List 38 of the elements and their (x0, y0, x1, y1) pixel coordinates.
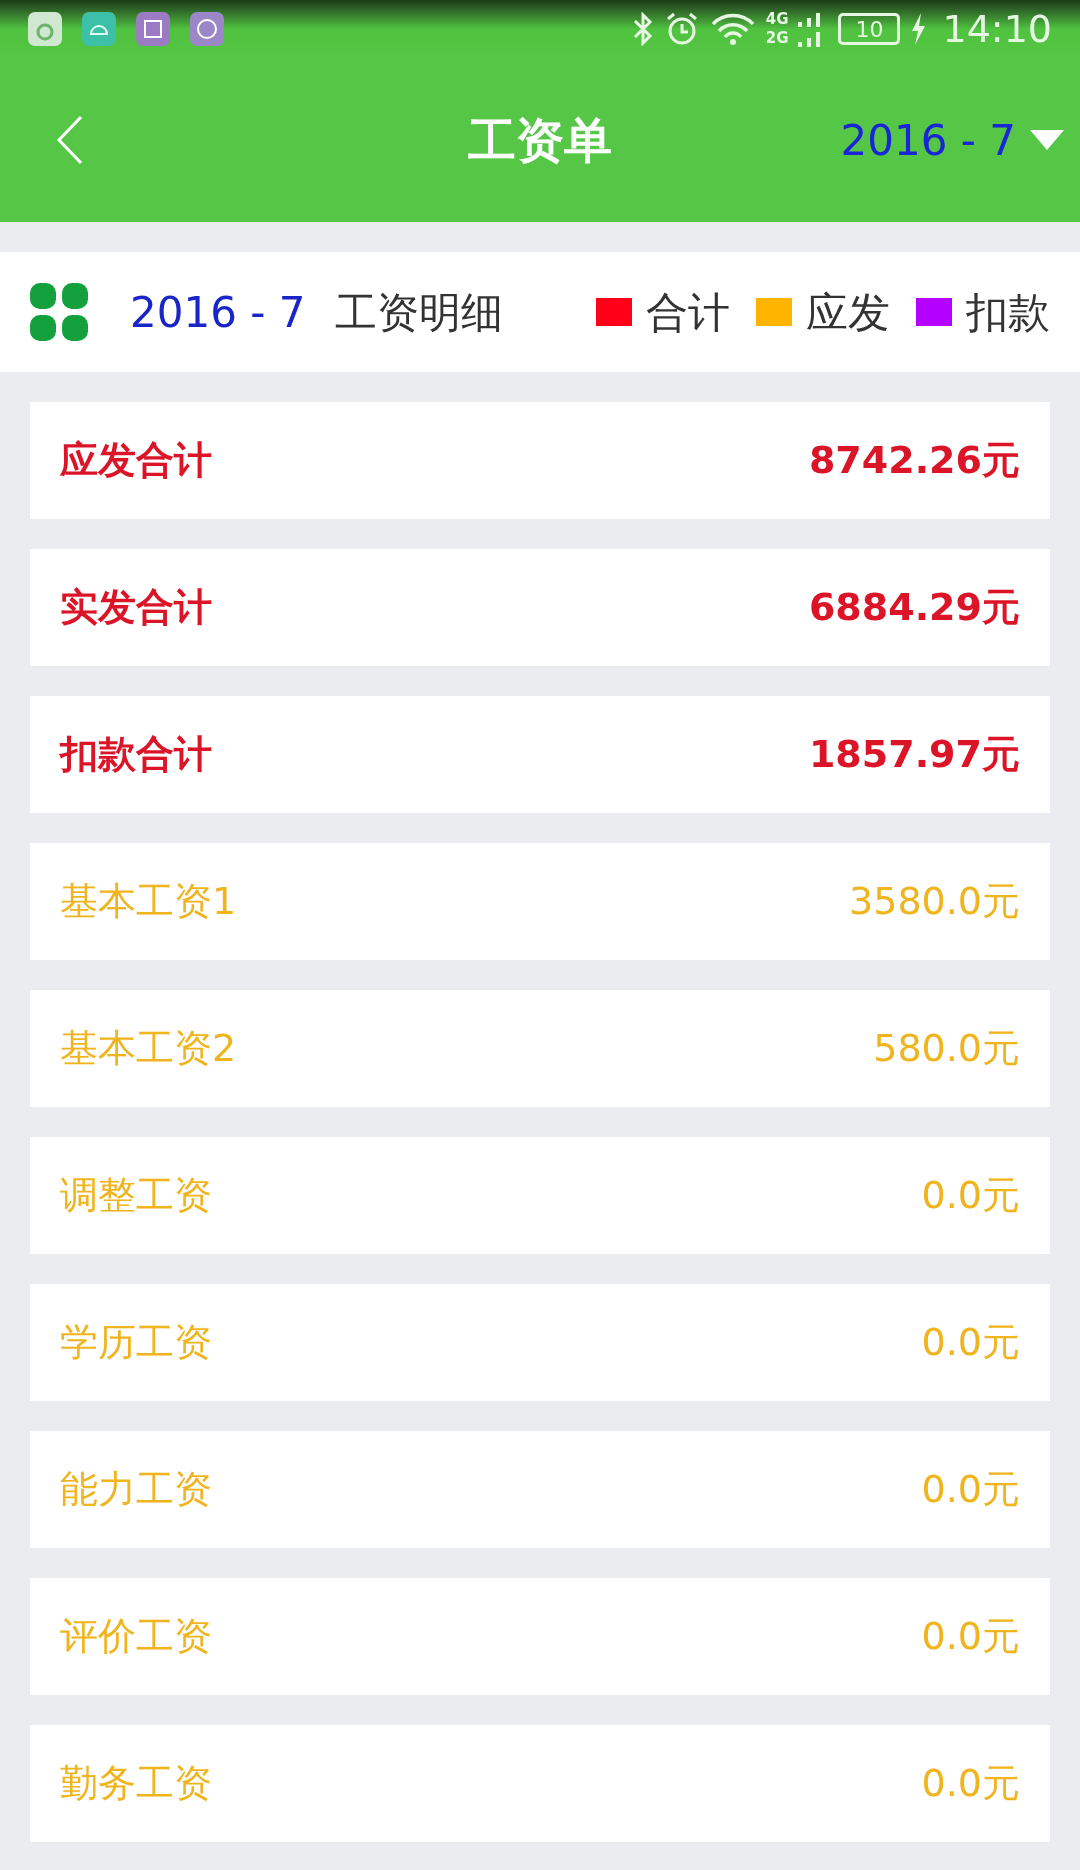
item-label: 能力工资 (60, 1466, 212, 1513)
item-amount: 0.0元 (921, 1760, 1020, 1807)
network-label: 4G (765, 10, 789, 29)
item-amount: 580.0元 (873, 1025, 1020, 1072)
item-amount: 1857.97元 (808, 731, 1020, 778)
charging-icon (910, 13, 927, 45)
item-amount: 0.0元 (921, 1466, 1020, 1513)
item-amount: 0.0元 (921, 1172, 1020, 1219)
legend-label: 应发 (806, 286, 890, 339)
summary-title: 工资明细 (335, 286, 504, 339)
item-amount: 3580.0元 (849, 878, 1020, 925)
item-amount: 0.0元 (921, 1613, 1020, 1660)
dropdown-icon (1030, 130, 1064, 150)
item-label: 调整工资 (60, 1172, 212, 1219)
signal-icon (798, 10, 821, 48)
legend-label: 扣款 (966, 286, 1050, 339)
item-label: 基本工资2 (60, 1025, 237, 1072)
item-label: 学历工资 (60, 1319, 212, 1366)
item-label: 应发合计 (60, 437, 212, 484)
network-label: 2G (765, 29, 789, 48)
item-label: 勤务工资 (60, 1760, 212, 1807)
summary-period: 2016 - 7 (130, 286, 306, 339)
item-amount: 8742.26元 (808, 437, 1020, 484)
bluetooth-icon (631, 12, 654, 46)
legend-label: 合计 (646, 286, 730, 339)
item-amount: 6884.29元 (808, 584, 1020, 631)
clock: 14:10 (942, 5, 1052, 53)
item-label: 扣款合计 (60, 731, 212, 778)
grid-icon (30, 283, 88, 341)
item-amount: 0.0元 (921, 1319, 1020, 1366)
item-label: 评价工资 (60, 1613, 212, 1660)
page-title: 工资单 (468, 111, 612, 170)
period-selector[interactable]: 2016 - 7 (840, 108, 1064, 172)
battery-indicator: 10 (838, 13, 901, 45)
wifi-icon (709, 12, 756, 46)
item-label: 实发合计 (60, 584, 212, 631)
item-label: 基本工资1 (60, 878, 237, 925)
back-icon[interactable] (56, 114, 84, 166)
